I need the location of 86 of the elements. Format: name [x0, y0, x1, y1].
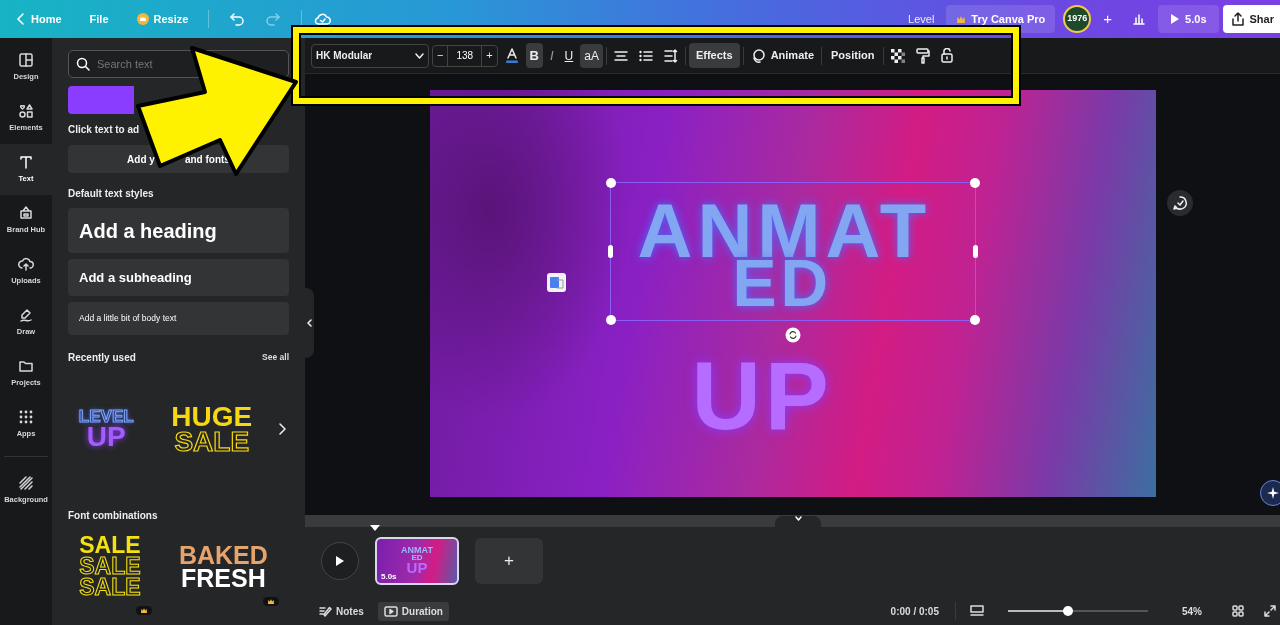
section-title: Font combinations [68, 509, 159, 523]
share-button[interactable]: Shar [1222, 4, 1280, 34]
line-spacing-icon [663, 48, 678, 63]
try-pro-button[interactable]: Try Canva Pro [946, 4, 1056, 34]
expand-icon [1264, 605, 1276, 617]
page-view-icon [970, 605, 984, 617]
font-dropdown[interactable]: HK Modular [311, 43, 429, 68]
font-preview[interactable]: BAKED FRESH [167, 533, 279, 617]
play-button[interactable] [321, 542, 359, 580]
hatch-icon [18, 475, 34, 492]
layout-icon [18, 52, 34, 69]
text-color-icon [504, 47, 519, 64]
font-preview[interactable]: SALE SALE SALE [68, 533, 152, 617]
add-member-button[interactable]: + [1095, 3, 1121, 35]
play-icon [335, 555, 345, 567]
section-title: Recently used [68, 351, 136, 365]
shapes-icon [18, 103, 34, 120]
animate-button[interactable]: Animate [746, 44, 819, 67]
translate-icon [546, 273, 566, 293]
font-preview[interactable]: LEVEL UP [68, 387, 145, 471]
playback-time: 0:00 / 0:05 [890, 604, 939, 619]
font-size-stepper[interactable]: − 138 + [432, 44, 498, 67]
magic-button[interactable] [1260, 480, 1280, 506]
text-style-subheading[interactable]: Add a subheading [68, 259, 289, 296]
team-avatar[interactable]: 1976 [1063, 5, 1092, 33]
translate-button[interactable] [546, 270, 566, 294]
next-button[interactable] [279, 423, 289, 435]
chevron-left-icon [307, 319, 312, 327]
comment-button[interactable] [1167, 190, 1193, 216]
font-preview[interactable]: HUGE SALE [160, 387, 263, 471]
section-title: Default text styles [68, 187, 155, 201]
duration-button[interactable]: Duration [377, 601, 449, 621]
present-button[interactable]: 5.0s [1158, 4, 1219, 34]
playhead-icon [370, 525, 380, 532]
italic-button[interactable]: I [545, 42, 558, 69]
rotate-icon [784, 327, 801, 343]
font-size-value[interactable]: 138 [447, 45, 483, 66]
bold-button[interactable]: B [525, 42, 543, 69]
search-icon [76, 57, 90, 71]
briefcase-icon [18, 205, 34, 222]
crown-icon [136, 13, 149, 25]
redo-icon [265, 12, 282, 26]
grid-dots-icon [18, 409, 34, 426]
page-thumbnail[interactable]: ANMAT ED UP 5.0s [375, 537, 459, 585]
align-center-icon [613, 49, 628, 62]
pencil-lines-icon [319, 605, 332, 617]
see-all-link[interactable]: See all [262, 351, 289, 364]
grid-icon [1232, 605, 1244, 617]
undo-icon [229, 12, 246, 26]
rotate-handle[interactable] [784, 327, 801, 343]
text-icon [18, 154, 34, 171]
increase-size-button[interactable]: + [482, 45, 497, 66]
notes-button[interactable]: Notes [313, 601, 370, 621]
share-icon [1230, 12, 1245, 26]
pen-icon [18, 307, 34, 324]
video-icon [383, 605, 398, 617]
effects-button[interactable]: Effects [688, 43, 740, 68]
list-icon [638, 49, 653, 62]
sparkle-icon [1267, 487, 1279, 499]
underline-button[interactable]: U [560, 43, 578, 68]
chevron-down-icon [794, 516, 802, 521]
collapse-panel-handle[interactable] [305, 288, 314, 358]
lock-icon [941, 48, 954, 63]
case-button[interactable]: aA [580, 43, 603, 68]
text-style-heading[interactable]: Add a heading [68, 208, 289, 253]
level-label: Level [907, 11, 936, 27]
animate-icon [750, 48, 767, 63]
checker-icon [891, 48, 906, 63]
position-button[interactable]: Position [825, 44, 881, 67]
decrease-size-button[interactable]: − [433, 45, 448, 66]
text-style-body[interactable]: Add a little bit of body text [68, 302, 289, 335]
zoom-percent[interactable]: 54% [1182, 603, 1202, 619]
folder-icon [18, 358, 34, 375]
paint-roller-icon [916, 47, 931, 64]
play-icon [1170, 13, 1181, 25]
hint-text: Click text to ad [68, 123, 140, 137]
cloud-check-icon [314, 12, 333, 26]
collapse-timeline-handle[interactable] [775, 516, 821, 527]
add-page-button[interactable]: + [475, 538, 543, 584]
cloud-upload-icon [18, 256, 34, 273]
chevron-down-icon [415, 52, 424, 59]
chevron-right-icon [279, 423, 286, 435]
comment-icon [1173, 196, 1187, 210]
crown-icon [956, 14, 967, 24]
bar-chart-icon [1132, 13, 1147, 25]
back-icon [16, 13, 26, 25]
